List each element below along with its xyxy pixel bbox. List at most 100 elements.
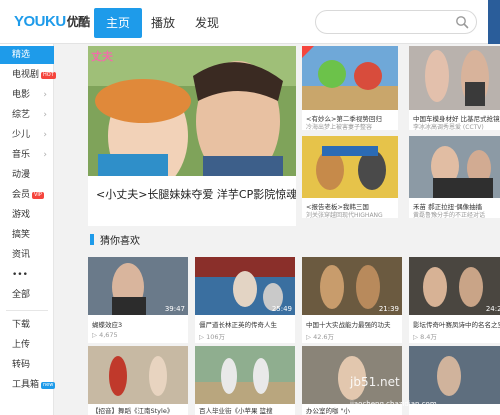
- video-thumbnail: [195, 346, 295, 404]
- corner-tag: [302, 46, 314, 58]
- window-edge: [488, 0, 500, 44]
- sidebar-item-label: 少儿: [12, 130, 31, 140]
- watermark-text: jb51.net: [350, 375, 400, 389]
- sidebar-item-label: 转码: [12, 360, 31, 370]
- section-title: 猜你喜欢: [100, 236, 140, 247]
- sidebar-item-vip[interactable]: 会员 VIP: [0, 186, 54, 204]
- tab-play[interactable]: 播放: [144, 8, 182, 38]
- video-duration: 25:49: [271, 305, 292, 313]
- sidebar-item-label: 工具箱: [12, 380, 40, 390]
- video-title: 僵尸道长林正英的传奇人生: [199, 321, 277, 329]
- featured-card[interactable]: <报告老板>我韩三国 刘关张穿越回现代HIGHANG: [302, 136, 398, 218]
- featured-subtitle: 冷海出梦上被害妻子整容: [306, 124, 373, 130]
- tab-home[interactable]: 主页: [94, 8, 142, 38]
- video-thumbnail: [88, 346, 188, 404]
- video-views: ▷ 8.4万: [413, 333, 437, 341]
- featured-subtitle: 刘关张穿越回现代HIGHANG: [306, 212, 383, 218]
- video-title: 【招音】舞蹈《江南Style》: [92, 407, 174, 415]
- sidebar-item-news[interactable]: 资讯: [0, 246, 54, 264]
- search-input[interactable]: [315, 10, 477, 34]
- video-views: ▷ 42.6万: [306, 333, 335, 341]
- left-sidebar: 精选 电视剧 HOT 电影 › 综艺 › 少儿 › 音乐 › 动漫 会员 VIP 游戏 搞笑…: [0, 44, 56, 415]
- logo-text-cn: 优酷: [66, 15, 91, 29]
- sidebar-item-music[interactable]: 音乐 ›: [0, 146, 54, 164]
- chevron-right-icon: ›: [43, 90, 47, 100]
- video-card[interactable]: 25:49 僵尸道长林正英的传奇人生 ▷ 106万: [195, 257, 295, 343]
- sidebar-item-more[interactable]: •••: [0, 266, 54, 284]
- sidebar-item-movie[interactable]: 电影 ›: [0, 86, 54, 104]
- sidebar-item-games[interactable]: 游戏: [0, 206, 54, 224]
- sidebar-item-anime[interactable]: 动漫: [0, 166, 54, 184]
- sidebar-item-label: 会员: [12, 190, 31, 200]
- video-card[interactable]: 39:47 蝴蝶效应3 ▷ 4,675: [88, 257, 188, 343]
- hero-overlay-text: 丈夫: [91, 50, 113, 63]
- featured-card[interactable]: 禾苗 郝正拉扭·偶像抽搐 黄磊鲁豫分手的不正经对话: [409, 136, 500, 218]
- search-icon[interactable]: [455, 15, 469, 29]
- logo-text-en: YOUKU: [14, 13, 66, 30]
- sidebar-item-label: 下载: [12, 320, 31, 330]
- top-header: YOUKU优酷 主页 播放 发现: [0, 0, 500, 44]
- featured-thumbnail: [302, 136, 398, 198]
- watermark-subtext: jiaocheng.chazidian.com: [350, 400, 437, 408]
- video-card[interactable]: 21:39 中国十大实战能力最强的功夫 ▷ 42.6万: [302, 257, 402, 343]
- video-title: 办公室的咖 "小: [306, 407, 351, 415]
- featured-subtitle: 李冰冰高调秀恩爱 (CCTV): [413, 124, 484, 130]
- hero-caption: <小丈夫>长腿妹妹夺爱 洋芋CP影院惊魂: [96, 188, 296, 201]
- sidebar-item-toolbox[interactable]: 工具箱 new: [0, 376, 56, 394]
- section-marker: [90, 234, 94, 245]
- tab-discover[interactable]: 发现: [188, 8, 226, 38]
- featured-thumbnail: [409, 136, 500, 198]
- hero-thumbnail: [88, 46, 296, 176]
- featured-card[interactable]: 中国车模身材好 比基尼式抢镜 李冰冰高调秀恩爱 (CCTV): [409, 46, 500, 130]
- sidebar-item-tv[interactable]: 电视剧 HOT: [0, 66, 56, 84]
- sidebar-item-label: 动漫: [12, 170, 31, 180]
- video-title: 蝴蝶效应3: [92, 321, 123, 329]
- more-dots-icon: •••: [12, 270, 28, 280]
- video-duration: 21:39: [378, 305, 399, 313]
- sidebar-item-label: 精选: [12, 50, 31, 60]
- video-duration: 39:47: [164, 305, 185, 313]
- video-views: ▷ 4,675: [92, 331, 118, 339]
- sidebar-item-label: 综艺: [12, 110, 31, 120]
- featured-card[interactable]: <有妙么>第二季视势回归 冷海出梦上被害妻子整容: [302, 46, 398, 130]
- video-card[interactable]: 百人毕业街《小苹果 篮搜: [195, 346, 295, 415]
- chevron-right-icon: ›: [43, 150, 47, 160]
- vip-badge: VIP: [32, 192, 44, 199]
- hero-banner[interactable]: 丈夫 <小丈夫>长腿妹妹夺爱 洋芋CP影院惊魂: [88, 46, 296, 226]
- hot-badge: HOT: [41, 72, 56, 79]
- view-count: 42.6万: [313, 333, 335, 341]
- sidebar-divider: [6, 310, 48, 311]
- sidebar-item-transcode[interactable]: 转码: [0, 356, 54, 374]
- featured-thumbnail: [409, 46, 500, 110]
- video-title: 影坛传奇叶赛凤诗中的名名之宝: [413, 321, 500, 329]
- video-thumbnail: [409, 346, 500, 404]
- sidebar-item-upload[interactable]: 上传: [0, 336, 54, 354]
- new-badge: new: [41, 382, 56, 389]
- youku-logo[interactable]: YOUKU优酷: [14, 13, 90, 30]
- sidebar-item-label: 电影: [12, 90, 31, 100]
- sidebar-item-label: 音乐: [12, 150, 31, 160]
- sidebar-item-label: 电视剧: [12, 70, 40, 80]
- sidebar-item-all[interactable]: 全部: [0, 286, 54, 304]
- video-duration: 24:20: [485, 305, 500, 313]
- sidebar-item-label: 全部: [12, 290, 31, 300]
- sidebar-item-label: 游戏: [12, 210, 31, 220]
- featured-subtitle: 黄磊鲁豫分手的不正经对话: [413, 212, 486, 218]
- sidebar-item-label: 搞笑: [12, 230, 31, 240]
- sidebar-item-featured[interactable]: 精选: [0, 46, 54, 64]
- sidebar-item-label: 资讯: [12, 250, 31, 260]
- main-content: 丈夫 <小丈夫>长腿妹妹夺爱 洋芋CP影院惊魂 <有妙么>第二季视势回归 冷海出…: [55, 44, 500, 415]
- sidebar-item-funny[interactable]: 搞笑: [0, 226, 54, 244]
- view-count: 8.4万: [420, 333, 437, 341]
- video-title: 百人毕业街《小苹果 篮搜: [199, 407, 273, 415]
- video-card[interactable]: 【招音】舞蹈《江南Style》: [88, 346, 188, 415]
- featured-thumbnail: [302, 46, 398, 110]
- chevron-right-icon: ›: [43, 110, 47, 120]
- chevron-right-icon: ›: [43, 130, 47, 140]
- video-views: ▷ 106万: [199, 333, 225, 341]
- sidebar-item-variety[interactable]: 综艺 ›: [0, 106, 54, 124]
- sidebar-item-download[interactable]: 下载: [0, 316, 54, 334]
- video-card[interactable]: 24:20 影坛传奇叶赛凤诗中的名名之宝 ▷ 8.4万: [409, 257, 500, 343]
- sidebar-item-kids[interactable]: 少儿 ›: [0, 126, 54, 144]
- sidebar-item-label: 上传: [12, 340, 31, 350]
